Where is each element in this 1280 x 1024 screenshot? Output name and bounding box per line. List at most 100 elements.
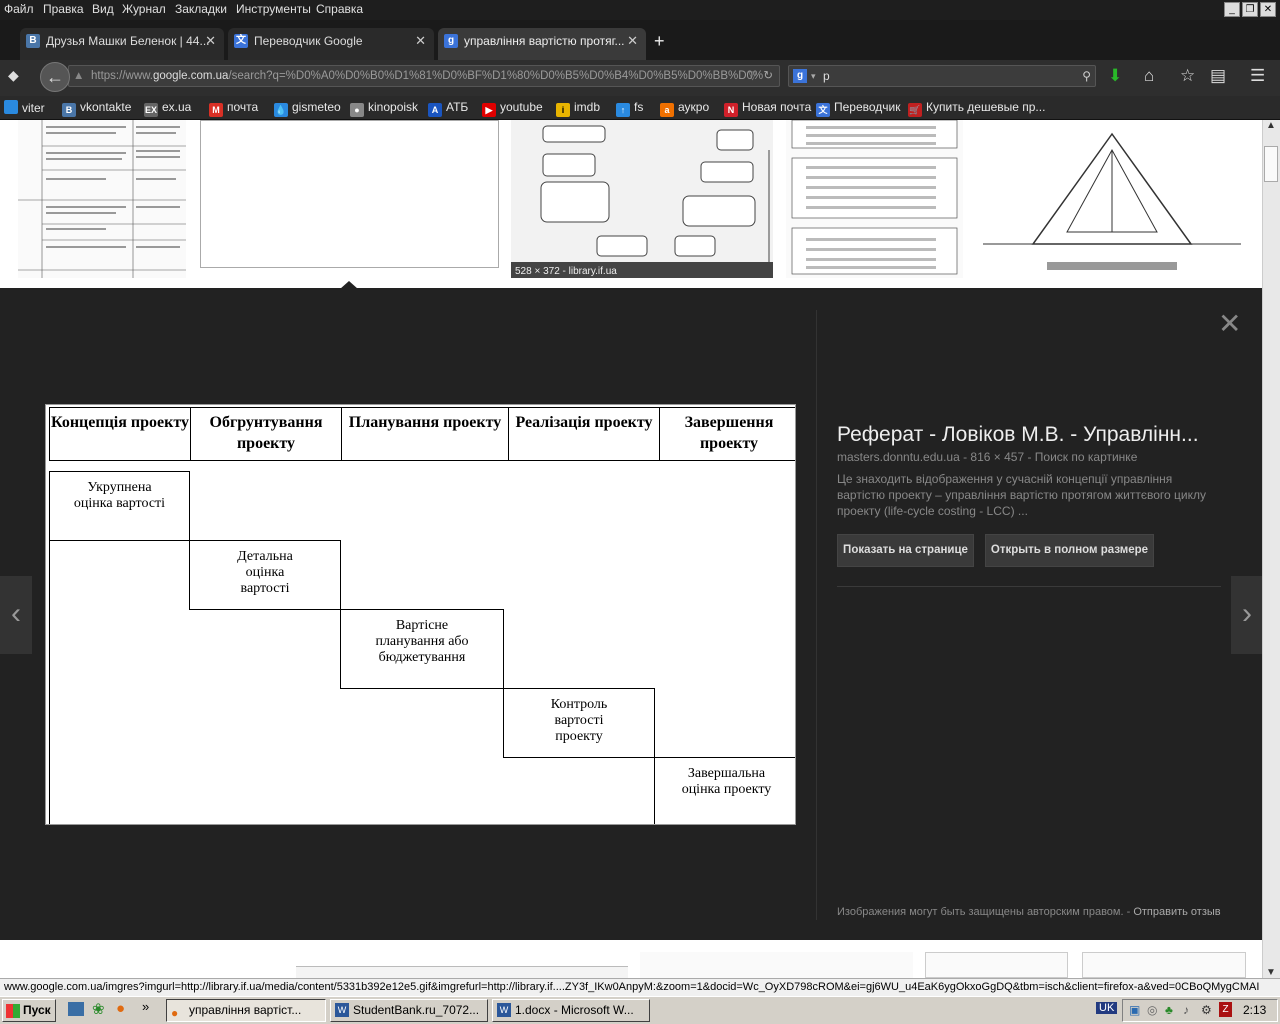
bookmark-label: viter [22, 101, 45, 115]
close-tab-icon[interactable]: ✕ [627, 33, 638, 49]
bookmark-gismeteo[interactable]: 💧 gismeteo [274, 100, 341, 117]
home-icon[interactable]: ⌂ [1144, 66, 1154, 86]
bookmark-vkontakte[interactable]: Вvkontakte [62, 100, 131, 117]
engine-dropdown-icon[interactable]: ▾ [811, 66, 816, 86]
bookmark-label: imdb [574, 100, 601, 114]
tray-network-icon[interactable]: ▣ [1129, 1000, 1140, 1021]
bookmark-pochta[interactable]: Mпочта [209, 100, 258, 117]
show-desktop-icon[interactable] [68, 1002, 84, 1016]
thumbnail-triangle[interactable] [977, 120, 1247, 278]
bookmark-label: gismeteo [292, 100, 341, 114]
bottom-results-strip [0, 940, 1262, 978]
tab-vk[interactable]: В Друзья Машки Беленок | 44... ✕ [20, 28, 224, 60]
start-button[interactable]: Пуск [2, 999, 56, 1022]
thumbnail-document-flow[interactable] [786, 120, 963, 278]
bookmark-viter[interactable]: viter [4, 100, 45, 115]
thumbnail-bottom-2[interactable] [640, 952, 913, 978]
quicklaunch-more-icon[interactable]: » [142, 999, 149, 1014]
vertical-scrollbar[interactable]: ▲ ▼ [1262, 120, 1280, 978]
reload-icon[interactable]: ↻ [763, 66, 773, 86]
translate-icon: 文 [816, 103, 830, 117]
dropdown-arrow-icon[interactable]: ▽ [748, 66, 757, 86]
thumbnail-bottom-4[interactable] [1082, 952, 1246, 978]
taskbar-window-firefox[interactable]: ● управління вартіст... [166, 999, 326, 1022]
close-window-icon[interactable]: ✕ [1260, 2, 1276, 17]
magnifier-icon[interactable]: ⚲ [1082, 66, 1091, 86]
prev-image-button[interactable]: ‹ [0, 576, 32, 654]
show-on-page-button[interactable]: Показать на странице [837, 534, 974, 567]
menu-file[interactable]: Файл [4, 2, 34, 16]
send-feedback-link[interactable]: Отправить отзыв [1133, 906, 1220, 918]
open-full-size-button[interactable]: Открыть в полном размере [985, 534, 1154, 567]
bookmark-star-icon[interactable]: ☆ [1180, 66, 1195, 86]
scroll-down-icon[interactable]: ▼ [1266, 967, 1276, 978]
scroll-up-icon[interactable]: ▲ [1266, 120, 1276, 131]
tray-disk-icon[interactable]: ◎ [1147, 1000, 1157, 1021]
thumbnail-bottom-3[interactable] [925, 952, 1068, 978]
tray-volume-icon[interactable]: ♪ [1183, 1000, 1189, 1021]
fs-icon: ↑ [616, 103, 630, 117]
bookmark-atb[interactable]: A АТБ [428, 100, 468, 117]
bookmark-kinopoisk[interactable]: ● kinopoisk [350, 100, 418, 117]
menu-help[interactable]: Справка [316, 2, 363, 16]
thumbnail-table[interactable] [18, 120, 186, 278]
close-tab-icon[interactable]: ✕ [415, 33, 426, 49]
bookmark-youtube[interactable]: ▶ youtube [482, 100, 543, 117]
taskbar-window-word1[interactable]: W StudentBank.ru_7072... [330, 999, 488, 1022]
url-path: /search?q=%D0%A0%D0%B0%D1%81%D0%BF%D1%80… [228, 70, 764, 82]
bookmark-label: youtube [500, 100, 543, 114]
thumbnail-caption: 528 × 372 - library.if.ua [515, 266, 617, 277]
bookmark-imdb[interactable]: i imdb [556, 100, 600, 117]
menu-view[interactable]: Вид [92, 2, 114, 16]
bookmark-translator[interactable]: 文 Переводчик [816, 100, 901, 117]
menu-edit[interactable]: Правка [43, 2, 84, 16]
tab-label: Переводчик Google [254, 34, 363, 48]
close-preview-icon[interactable]: ✕ [1218, 307, 1241, 340]
minimize-icon[interactable]: _ [1224, 2, 1240, 17]
menu-bookmarks[interactable]: Закладки [175, 2, 227, 16]
thumbnail-bottom-1[interactable] [296, 966, 628, 978]
menu-history[interactable]: Журнал [122, 2, 166, 16]
system-tray: ▣ ◎ ♣ ♪ ⚙ Z 2:13 [1122, 999, 1278, 1022]
bookmark-fs[interactable]: ↑ fs [616, 100, 643, 117]
taskbar-window-label: управління вартіст... [189, 1003, 302, 1017]
search-input[interactable]: g ▾ р ⚲ [788, 65, 1096, 87]
stage-budgeting: Вартісне планування або бюджетування [340, 609, 504, 689]
firefox-icon[interactable]: ● [116, 1000, 125, 1017]
quicklaunch-app-icon[interactable]: ❀ [92, 1000, 105, 1018]
download-icon[interactable]: ⬇ [1108, 66, 1122, 86]
back-button[interactable]: ← [40, 62, 70, 92]
thumbnail-flow-diagram[interactable]: 528 × 372 - library.if.ua [511, 120, 773, 278]
filezilla-icon[interactable]: Z [1219, 1002, 1232, 1017]
site-info-icon[interactable]: ▲ [73, 66, 84, 86]
home-gear-icon[interactable]: ◆ [8, 67, 19, 84]
new-tab-icon[interactable]: + [654, 31, 665, 52]
translate-icon: 文 [234, 34, 248, 48]
google-search-icon[interactable]: g [793, 69, 807, 83]
language-indicator[interactable]: UK [1096, 1002, 1118, 1014]
result-title[interactable]: Реферат - Ловіков М.В. - Управлінн... [837, 423, 1227, 447]
tab-label: управління вартістю протяг... [464, 34, 625, 48]
menu-tools[interactable]: Инструменты [236, 2, 311, 16]
tray-app-icon[interactable]: ♣ [1165, 1000, 1173, 1021]
image-results-strip: 528 × 372 - library.if.ua [0, 120, 1262, 288]
close-tab-icon[interactable]: ✕ [205, 33, 216, 49]
url-bar[interactable]: ▲ https://www.google.com.ua/search?q=%D0… [68, 65, 780, 87]
bookmarks-list-icon[interactable]: ▤ [1210, 66, 1226, 86]
thumbnail-blank[interactable] [200, 120, 499, 268]
bookmark-aukro[interactable]: a аукро [660, 100, 709, 117]
info-divider [837, 586, 1221, 587]
restore-icon[interactable]: ❐ [1242, 2, 1258, 17]
tab-translator[interactable]: 文 Переводчик Google ✕ [228, 28, 434, 60]
start-label: Пуск [23, 1003, 51, 1017]
hamburger-menu-icon[interactable]: ☰ [1250, 66, 1265, 86]
next-image-button[interactable]: › [1231, 576, 1263, 654]
bookmark-novaposhta[interactable]: N Новая почта [724, 100, 811, 117]
tray-settings-icon[interactable]: ⚙ [1201, 1000, 1212, 1021]
bookmark-cheap[interactable]: 🛒 Купить дешевые пр... [908, 100, 1045, 117]
taskbar-window-word2[interactable]: W 1.docx - Microsoft W... [492, 999, 650, 1022]
bookmark-exua[interactable]: EX ex.ua [144, 100, 191, 117]
scrollbar-thumb[interactable] [1264, 146, 1278, 182]
preview-image[interactable]: Концепція проекту Обгрунтування проекту … [45, 404, 796, 825]
tab-google-active[interactable]: g управління вартістю протяг... ✕ [438, 28, 646, 60]
